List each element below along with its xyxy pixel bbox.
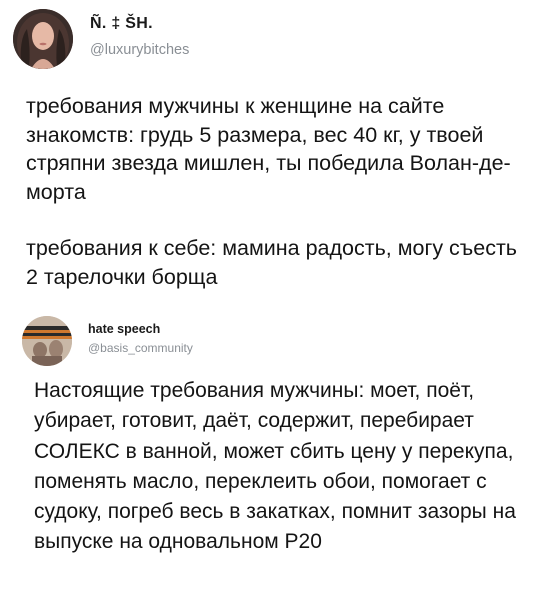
avatar-photo-icon xyxy=(22,316,72,366)
author-handle[interactable]: @basis_community xyxy=(88,341,193,355)
tweet-paragraph: Настоящие требования мужчины: моет, поёт… xyxy=(34,379,516,554)
tweet-paragraph: требования к себе: мамина радость, могу … xyxy=(26,236,517,289)
tweet-text: Настоящие требования мужчины: моет, поёт… xyxy=(34,376,529,558)
avatar-photo-icon xyxy=(13,9,73,69)
tweet-text: требования мужчины к женщине на сайте зн… xyxy=(26,92,526,291)
avatar[interactable] xyxy=(22,316,72,366)
tweet-quoted: hate speech @basis_community Настоящие т… xyxy=(0,306,535,600)
avatar[interactable] xyxy=(13,9,73,69)
author-name[interactable]: hate speech xyxy=(88,322,160,336)
author-handle[interactable]: @luxurybitches xyxy=(90,42,189,58)
author-name[interactable]: Ñ. ‡ ŠH. xyxy=(90,15,153,33)
tweet-paragraph: требования мужчины к женщине на сайте зн… xyxy=(26,94,511,204)
tweet-main: Ñ. ‡ ŠH. @luxurybitches требования мужчи… xyxy=(0,0,535,300)
